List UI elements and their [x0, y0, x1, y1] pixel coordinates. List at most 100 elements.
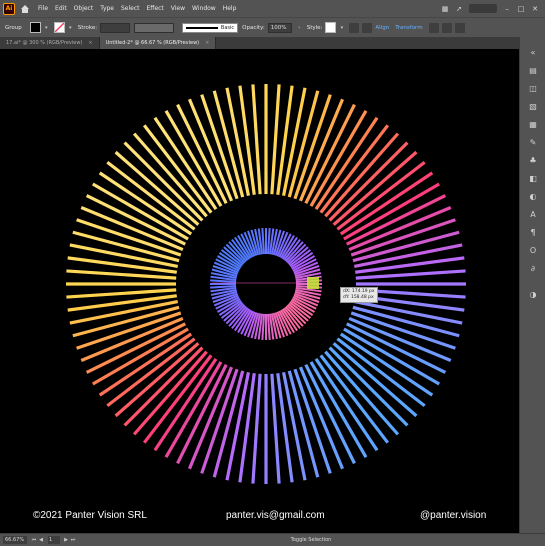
symbols-icon[interactable]: ♣	[528, 155, 538, 165]
inner-ray	[266, 228, 271, 255]
menu-effect[interactable]: Effect	[147, 5, 164, 12]
anchor-point[interactable]	[307, 277, 319, 289]
recolor-icon[interactable]	[349, 22, 360, 33]
tab-label: Untitled-2* @ 66.67 % (RGB/Preview)	[105, 40, 200, 46]
artboard-canvas[interactable]: dX: 174.19 px dY: 158.48 px	[0, 49, 519, 533]
inner-ray	[261, 313, 266, 340]
inner-ray	[210, 284, 237, 289]
opacity-dropdown-icon[interactable]: ›	[296, 22, 303, 33]
graphic-styles-icon[interactable]: ◧	[528, 173, 538, 183]
close-icon[interactable]: ✕	[531, 5, 539, 13]
properties-icon[interactable]: ▤	[528, 65, 538, 75]
opacity-label: Opacity:	[242, 24, 265, 31]
style-dropdown-icon[interactable]: ▾	[338, 22, 345, 33]
social-handle-text: @panter.vision	[420, 510, 487, 521]
paragraph-icon[interactable]: ¶	[528, 227, 538, 237]
tab-label: 17.ai* @ 300 % (RGB/Preview)	[6, 40, 83, 46]
transform-link[interactable]: Transform	[395, 25, 422, 31]
variable-width-field[interactable]	[134, 22, 175, 33]
artboard-number: 1	[49, 537, 53, 543]
menubar-right: ▦ ➚ – □ ✕	[441, 4, 545, 13]
layers-icon[interactable]: ◫	[528, 83, 538, 93]
stroke-dropdown-icon[interactable]: ▾	[67, 22, 74, 33]
zoom-value: 66.67%	[5, 537, 25, 543]
email-text: panter.vis@gmail.com	[226, 510, 325, 521]
search-input[interactable]	[469, 4, 497, 13]
outer-ray	[276, 373, 294, 483]
outer-ray	[238, 373, 256, 483]
brushes-icon[interactable]: ✎	[528, 137, 538, 147]
menu-file[interactable]: File	[38, 5, 48, 12]
glyphs-icon[interactable]: ∂	[528, 263, 538, 273]
outer-ray	[276, 85, 294, 195]
arrange-icon[interactable]	[441, 22, 452, 33]
illustrator-logo[interactable]: Ai	[3, 2, 15, 15]
style-swatch[interactable]	[325, 22, 337, 33]
outer-ray	[270, 373, 281, 484]
first-artboard-icon[interactable]: ⏮	[31, 536, 37, 544]
appearance-icon[interactable]: ◐	[528, 191, 538, 201]
status-bar: 66.67% ⏮ ◀ 1 ▶ ⏭ Toggle Selection	[0, 533, 545, 546]
distribute-icon[interactable]	[362, 22, 373, 33]
outer-ray	[270, 84, 281, 195]
outer-ray	[66, 288, 177, 299]
swatches-icon[interactable]: ▦	[528, 119, 538, 129]
zoom-field[interactable]: 66.67%	[3, 536, 27, 544]
minimize-icon[interactable]: –	[503, 5, 511, 13]
menu-select[interactable]: Select	[121, 5, 140, 12]
fill-dropdown-icon[interactable]: ▾	[43, 22, 50, 33]
outer-ray	[355, 256, 465, 274]
inner-ray	[266, 313, 271, 340]
panel-menu-icon[interactable]	[454, 22, 465, 33]
tab-17-ai[interactable]: 17.ai* @ 300 % (RGB/Preview) ×	[0, 37, 100, 49]
tab-untitled-2[interactable]: Untitled-2* @ 66.67 % (RGB/Preview) ×	[99, 37, 217, 49]
brush-stroke-preview	[186, 26, 218, 29]
workspace-icon[interactable]: ▦	[441, 5, 449, 13]
libraries-icon[interactable]: ▧	[528, 101, 538, 111]
transparency-icon[interactable]: ◑	[528, 289, 538, 299]
fill-swatch[interactable]	[29, 22, 41, 33]
outer-ray	[238, 85, 256, 195]
measure-tooltip: dX: 174.19 px dY: 158.48 px	[340, 287, 378, 303]
collapse-panels-icon[interactable]: «	[528, 47, 538, 57]
close-tab-icon[interactable]: ×	[88, 40, 92, 46]
menu-help[interactable]: Help	[223, 5, 237, 12]
menu-type[interactable]: Type	[100, 5, 114, 12]
stroke-swatch[interactable]	[53, 22, 65, 33]
menu-window[interactable]: Window	[192, 5, 216, 12]
menu-object[interactable]: Object	[74, 5, 94, 12]
isolate-icon[interactable]	[428, 22, 439, 33]
panel-dock: « ▤ ◫ ▧ ▦ ✎ ♣ ◧ ◐ A ¶ O ∂ ◑	[519, 37, 545, 533]
control-bar: Group ▾ ▾ Stroke: Basic Opacity: 100% › …	[0, 17, 545, 37]
menu-edit[interactable]: Edit	[55, 5, 67, 12]
brush-label: Basic	[220, 24, 235, 31]
artboard-number-field[interactable]: 1	[48, 536, 60, 544]
last-artboard-icon[interactable]: ⏭	[70, 536, 76, 544]
selection-type-label: Group	[5, 24, 22, 31]
align-link[interactable]: Align	[375, 25, 389, 31]
copyright-text: ©2021 Panter Vision SRL	[33, 510, 147, 521]
prev-artboard-icon[interactable]: ◀	[38, 536, 44, 544]
character-icon[interactable]: A	[528, 209, 538, 219]
stroke-label: Stroke:	[77, 24, 98, 31]
style-label: Style:	[306, 24, 323, 31]
outer-ray	[251, 84, 262, 195]
maximize-icon[interactable]: □	[517, 5, 525, 13]
next-artboard-icon[interactable]: ▶	[63, 536, 69, 544]
inner-ray	[261, 228, 266, 255]
opentype-icon[interactable]: O	[528, 245, 538, 255]
home-icon[interactable]	[19, 3, 30, 14]
opacity-value: 100%	[270, 24, 287, 31]
stroke-weight-field[interactable]	[100, 22, 131, 33]
opacity-field[interactable]: 100%	[267, 22, 292, 33]
inner-ray	[210, 279, 237, 284]
menu-view[interactable]: View	[171, 5, 185, 12]
status-text[interactable]: Toggle Selection	[291, 537, 332, 543]
close-tab-icon[interactable]: ×	[205, 40, 209, 46]
radial-burst-artwork[interactable]	[0, 49, 519, 533]
tooltip-dy: dY: 158.48 px	[343, 295, 374, 300]
menu-bar: Ai File Edit Object Type Select Effect V…	[0, 0, 545, 17]
brush-definition[interactable]: Basic	[182, 22, 239, 33]
document-tabs: 17.ai* @ 300 % (RGB/Preview) × Untitled-…	[0, 37, 519, 49]
send-icon[interactable]: ➚	[455, 5, 463, 13]
